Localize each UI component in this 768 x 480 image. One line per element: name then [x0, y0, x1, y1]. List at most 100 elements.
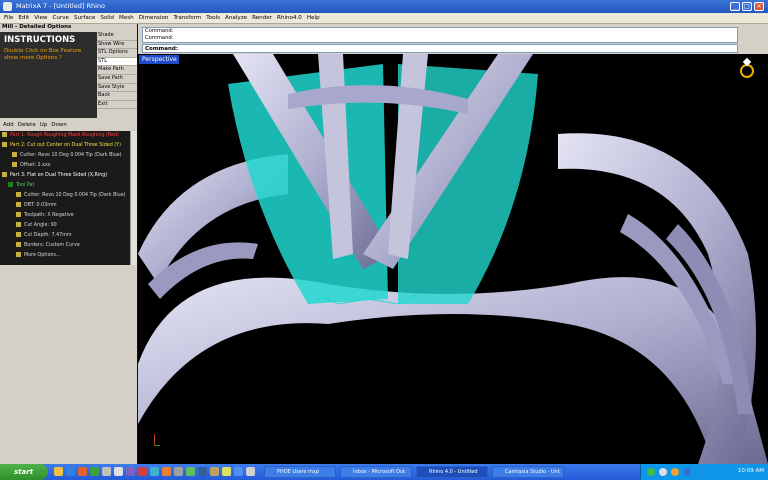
shade-button[interactable]: Shade [97, 32, 137, 41]
tree-item-label: Cut Depth: 7.47mm [24, 233, 72, 238]
tree-item-label: Part 2: Cut out Center on Dual Three Sid… [10, 143, 121, 148]
perspective-viewport[interactable] [138, 54, 768, 464]
tree-item-label: Toolpath: X Negative [24, 213, 74, 218]
start-button[interactable]: start [0, 464, 48, 480]
quicklaunch-app-icon[interactable] [114, 467, 123, 476]
minimize-button[interactable]: _ [730, 2, 740, 11]
tree-item-part1[interactable]: Part 1: Rough Roughing Mask Roughing (Re… [0, 131, 130, 141]
setting-icon [16, 242, 21, 247]
menu-dimension[interactable]: Dimension [139, 15, 169, 21]
tree-item-label: Borders: Custom Curve [24, 243, 80, 248]
quicklaunch-app-icon[interactable] [90, 467, 99, 476]
tree-item-label: Cutter: Revo 10 Deg 0.004 Tip (Dark Blue… [24, 193, 126, 198]
tree-item-label: Cutter: Revo 10 Deg 0.004 Tip (Dark Blue… [20, 153, 122, 158]
tree-item-label: Part 1: Rough Roughing Mask Roughing (Re… [10, 133, 119, 138]
tree-item-cut-angle[interactable]: Cut Angle: 90 [0, 221, 130, 231]
cutter-icon [12, 152, 17, 157]
menu-tools[interactable]: Tools [206, 15, 220, 21]
ring-render [138, 54, 768, 464]
quicklaunch-app-icon[interactable] [246, 467, 255, 476]
viewport-label[interactable]: Perspective [139, 55, 179, 64]
offset-icon [12, 162, 17, 167]
up-button[interactable]: Up [40, 120, 48, 130]
tree-item-direction[interactable]: Toolpath: X Negative [0, 211, 130, 221]
menu-help[interactable]: Help [307, 15, 320, 21]
window-title: MatrixA 7 - [Untitled] Rhino [16, 2, 105, 10]
task-rhino[interactable]: Rhino 4.0 - Untitled [416, 466, 488, 478]
menu-analyze[interactable]: Analyze [225, 15, 247, 21]
instructions-box: INSTRUCTIONS Double Click on Box Feature… [0, 32, 97, 118]
menu-transform[interactable]: Transform [173, 15, 201, 21]
setting-icon [16, 212, 21, 217]
menu-file[interactable]: File [4, 15, 13, 21]
tree-item-toolpath[interactable]: Tool Pat [0, 181, 130, 191]
stl-button[interactable]: STL [97, 57, 137, 67]
quicklaunch-app-icon[interactable] [210, 467, 219, 476]
tree-item-label: Part 3: Flat on Dual Three Sided (X,Ring… [10, 173, 108, 178]
quicklaunch-app-icon[interactable] [222, 467, 231, 476]
tree-item-part2[interactable]: Part 2: Cut out Center on Dual Three Sid… [0, 141, 130, 151]
close-button[interactable]: × [754, 2, 764, 11]
command-prompt[interactable]: Command: [142, 44, 738, 53]
instructions-heading: INSTRUCTIONS [4, 35, 76, 45]
menu-solid[interactable]: Solid [100, 15, 114, 21]
delete-button[interactable]: Delete [18, 120, 36, 130]
menu-view[interactable]: View [34, 15, 47, 21]
menu-rhino[interactable]: Rhino4.0 [277, 15, 302, 21]
quicklaunch-app-icon[interactable] [126, 467, 135, 476]
show-wire-button[interactable]: Show Wire [97, 41, 137, 50]
menu-edit[interactable]: Edit [18, 15, 29, 21]
quicklaunch-app-icon[interactable] [234, 467, 243, 476]
tree-scrollbar[interactable] [130, 131, 137, 265]
quicklaunch-media-icon[interactable] [78, 467, 87, 476]
exit-button[interactable]: Exit [97, 101, 137, 110]
mill-options-panel: Mill - Detailed Options INSTRUCTIONS Dou… [0, 24, 137, 464]
tree-item-cut-depth[interactable]: Cut Depth: 7.47mm [0, 231, 130, 241]
maximize-button[interactable]: □ [742, 2, 752, 11]
tray-icon[interactable] [683, 468, 691, 476]
quicklaunch-browser-icon[interactable] [66, 467, 75, 476]
setting-icon [16, 202, 21, 207]
tree-item-cutter[interactable]: Cutter: Revo 10 Deg 0.004 Tip (Dark Blue… [0, 151, 130, 161]
save-path-button[interactable]: Save Path [97, 75, 137, 84]
tree-item-label: Cut Angle: 90 [24, 223, 57, 228]
menu-curve[interactable]: Curve [53, 15, 70, 21]
quicklaunch-app-icon[interactable] [150, 467, 159, 476]
menu-mesh[interactable]: Mesh [119, 15, 134, 21]
stl-options-button[interactable]: STL Options [97, 49, 137, 58]
tray-icon[interactable] [659, 468, 667, 476]
tree-item-offset[interactable]: Offset: 2.xxx [0, 161, 130, 171]
quicklaunch-app-icon[interactable] [174, 467, 183, 476]
title-bar: MatrixA 7 - [Untitled] Rhino _ □ × [0, 0, 768, 13]
quicklaunch-app-icon[interactable] [138, 467, 147, 476]
quicklaunch-app-icon[interactable] [198, 467, 207, 476]
quicklaunch-app-icon[interactable] [162, 467, 171, 476]
tray-icon[interactable] [671, 468, 679, 476]
tree-item-part3[interactable]: Part 3: Flat on Dual Three Sided (X,Ring… [0, 171, 130, 181]
task-camtasia[interactable]: Camtasia Studio - Unt [492, 466, 564, 478]
panel-title: Mill - Detailed Options [0, 24, 137, 32]
back-button[interactable]: Back [97, 92, 137, 101]
add-button[interactable]: Add [3, 120, 14, 130]
menu-surface[interactable]: Surface [74, 15, 95, 21]
clock[interactable]: 10:09 AM [738, 468, 764, 474]
menu-render[interactable]: Render [252, 15, 272, 21]
tree-item-dbt[interactable]: DBT: 0.03mm [0, 201, 130, 211]
save-style-button[interactable]: Save Style [97, 84, 137, 93]
tree-item-borders[interactable]: Borders: Custom Curve [0, 241, 130, 251]
folder-icon [2, 142, 7, 147]
tree-item-cutter-2[interactable]: Cutter: Revo 10 Deg 0.004 Tip (Dark Blue… [0, 191, 130, 201]
task-phoe[interactable]: PHOE Users mxp [264, 466, 336, 478]
setting-icon [16, 252, 21, 257]
folder-icon [2, 132, 7, 137]
down-button[interactable]: Down [51, 120, 67, 130]
instructions-text: Double Click on Box Feature show more Op… [4, 48, 82, 61]
quicklaunch-app-icon[interactable] [102, 467, 111, 476]
tree-item-more-options[interactable]: More Options... [0, 251, 130, 261]
make-path-button[interactable]: Make Path [97, 66, 137, 75]
tray-icon[interactable] [647, 468, 655, 476]
task-outlook[interactable]: Inbox - Microsoft Out [340, 466, 412, 478]
tree-item-label: Offset: 2.xxx [20, 163, 51, 168]
quicklaunch-folder-icon[interactable] [54, 467, 63, 476]
quicklaunch-app-icon[interactable] [186, 467, 195, 476]
